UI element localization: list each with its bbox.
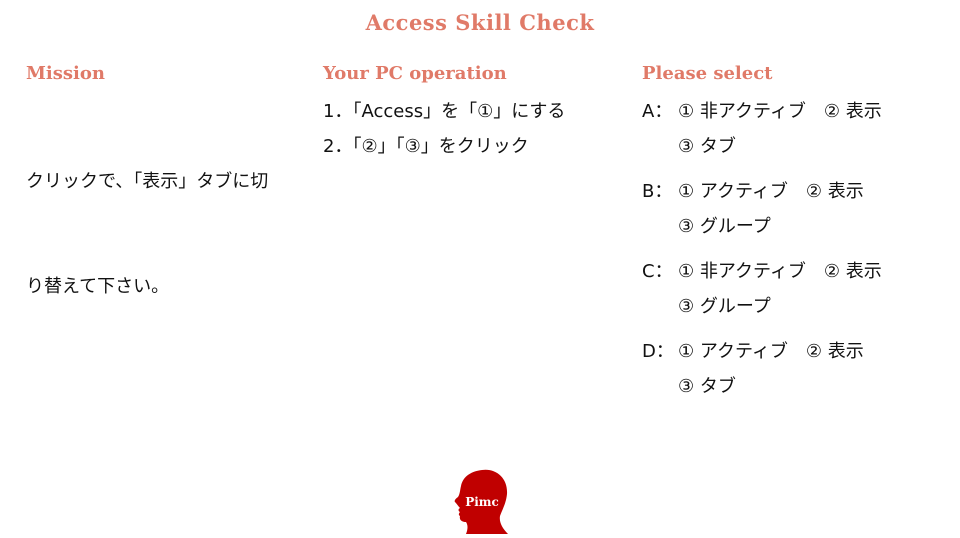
pimc-logo: Pimc	[452, 466, 512, 534]
option-a[interactable]: A： ① 非アクティブ ② 表示 ③ タブ	[642, 94, 942, 164]
option-line-1: ① アクティブ ② 表示	[678, 181, 864, 202]
option-d[interactable]: D： ① アクティブ ② 表示 ③ タブ	[642, 334, 942, 404]
option-line-2: ③ タブ	[678, 136, 736, 157]
option-letter: C：	[642, 261, 673, 282]
logo-text: Pimc	[465, 495, 499, 509]
option-letter: B：	[642, 181, 673, 202]
operation-step: 2．「②」「③」をクリック	[323, 136, 529, 157]
option-b[interactable]: B： ① アクティブ ② 表示 ③ グループ	[642, 174, 942, 244]
option-line-1: ① 非アクティブ ② 表示	[678, 261, 882, 282]
option-line-2: ③ タブ	[678, 376, 736, 397]
operation-heading: Your PC operation	[323, 63, 507, 84]
option-line-1: ① 非アクティブ ② 表示	[678, 101, 882, 122]
operation-step: 1．「Access」を「①」にする	[323, 101, 566, 122]
option-letter: A：	[642, 101, 673, 122]
option-c[interactable]: C： ① 非アクティブ ② 表示 ③ グループ	[642, 254, 942, 324]
head-silhouette-icon: Pimc	[454, 469, 508, 534]
mission-heading: Mission	[26, 63, 105, 84]
mission-line: り替えて下さい。	[26, 276, 170, 297]
mission-text: クリックで、「表示」タブに切 り替えて下さい。	[26, 94, 306, 374]
option-letter: D：	[642, 341, 674, 362]
page-title: Access Skill Check	[365, 10, 595, 35]
operation-section: Your PC operation 1．「Access」を「①」にする 2．「②…	[323, 60, 623, 164]
select-heading: Please select	[642, 63, 773, 84]
option-line-1: ① アクティブ ② 表示	[678, 341, 864, 362]
option-line-2: ③ グループ	[678, 296, 771, 317]
option-line-2: ③ グループ	[678, 216, 771, 237]
mission-line: クリックで、「表示」タブに切	[26, 171, 269, 192]
select-section: Please select A： ① 非アクティブ ② 表示 ③ タブ B： ① ア…	[642, 60, 942, 414]
mission-section: Mission クリックで、「表示」タブに切 り替えて下さい。	[26, 60, 306, 374]
